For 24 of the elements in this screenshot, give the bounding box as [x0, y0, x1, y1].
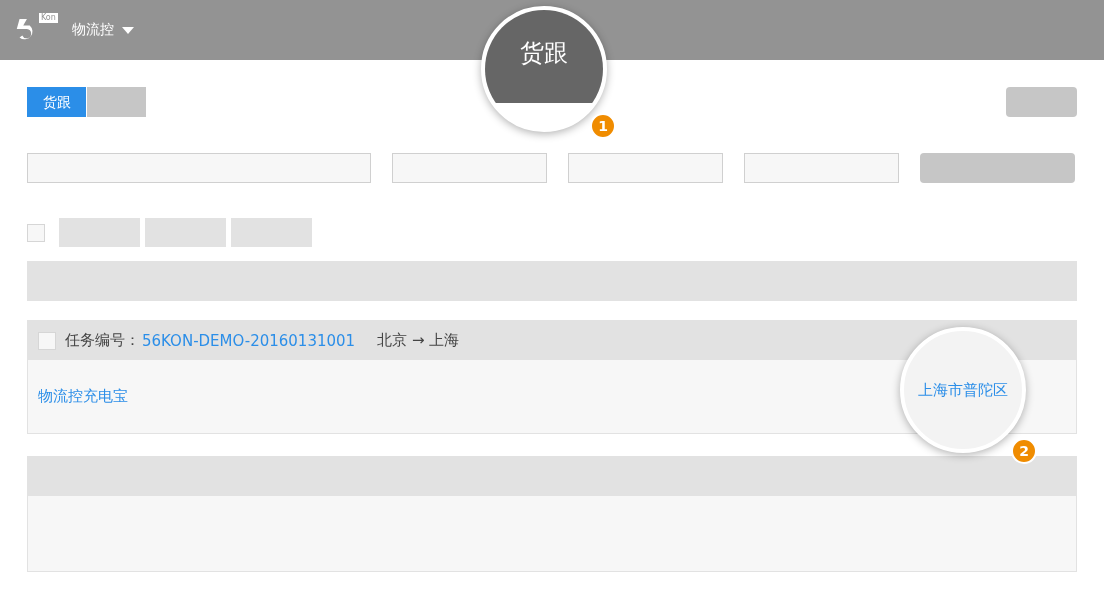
filter-button[interactable]	[59, 218, 140, 247]
task-id-link[interactable]: 56KON-DEMO-20160131001	[142, 331, 356, 350]
filter-button[interactable]	[231, 218, 312, 247]
step-badge: 1	[590, 113, 616, 139]
input-field[interactable]	[392, 153, 547, 183]
route-text: 北京 → 上海	[377, 331, 460, 350]
caret-icon[interactable]	[121, 26, 134, 34]
step-badge: 2	[1011, 438, 1037, 464]
action-button[interactable]	[1006, 87, 1077, 117]
tab[interactable]: 货跟	[27, 87, 86, 117]
input-field[interactable]	[568, 153, 723, 183]
product-link[interactable]: 物流控充电宝	[38, 387, 128, 405]
input-field[interactable]	[744, 153, 899, 183]
logo-badge: Kon	[39, 13, 58, 23]
magnified-tab-label: 货跟	[520, 37, 568, 69]
search-button[interactable]	[920, 153, 1075, 183]
checkbox[interactable]	[38, 331, 56, 350]
input-field[interactable]	[27, 153, 371, 183]
brand-menu[interactable]: 物流控	[71, 21, 114, 39]
filter-button[interactable]	[145, 218, 226, 247]
task-label: 任务编号：	[65, 331, 140, 350]
checkbox[interactable]	[27, 223, 45, 242]
tab[interactable]	[87, 87, 146, 117]
address-link[interactable]: 上海市普陀区	[918, 380, 1008, 400]
